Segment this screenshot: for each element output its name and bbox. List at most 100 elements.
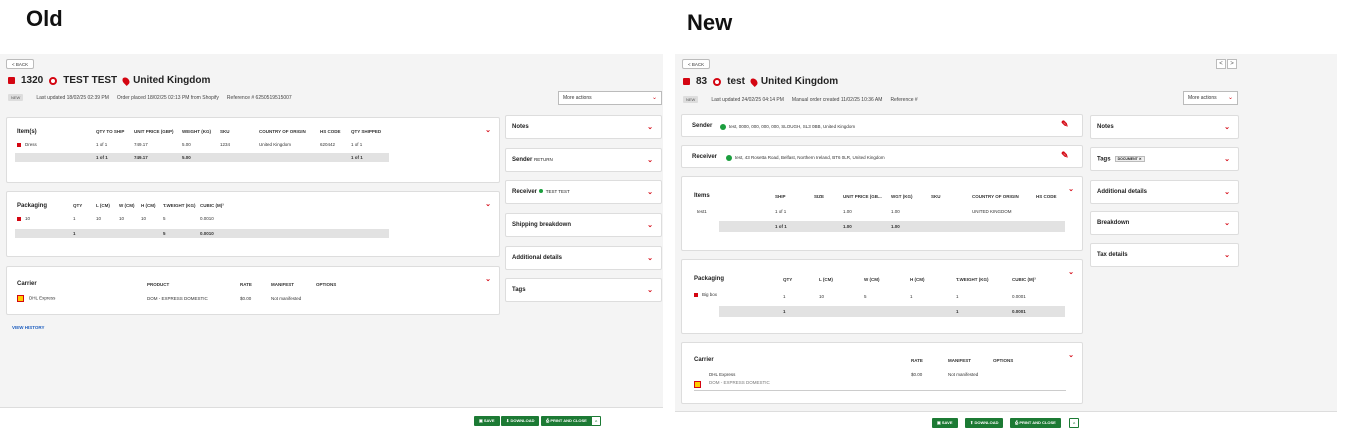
footer-more-button[interactable]: ^ bbox=[591, 416, 602, 426]
notes-card[interactable]: Notes ⌄ bbox=[1090, 115, 1239, 139]
tax-details-card[interactable]: Tax details ⌄ bbox=[1090, 243, 1239, 267]
download-button[interactable]: ⬇ DOWNLOAD bbox=[501, 416, 540, 426]
col-origin: COUNTRY OF ORIGIN bbox=[972, 194, 1019, 199]
save-button[interactable]: ▣ SAVE bbox=[932, 418, 958, 428]
item-sku: 1234 bbox=[220, 142, 231, 147]
carrier-title: Carrier bbox=[17, 281, 37, 287]
receiver-card[interactable]: Receiver test, 43 Rosetta Road, Belfast,… bbox=[681, 145, 1083, 168]
download-button[interactable]: ⬆ DOWNLOAD bbox=[965, 418, 1004, 428]
carrier-manifest: Not manifested bbox=[948, 372, 979, 377]
dhl-logo-icon bbox=[694, 376, 706, 394]
chevron-down-icon[interactable]: ⌄ bbox=[485, 275, 491, 283]
sender-card[interactable]: Sender test, 0000, 000, 000, 000, SLOUGH… bbox=[681, 114, 1083, 137]
col-cubic: CUBIC (M)³ bbox=[1012, 277, 1036, 282]
tags-label: Tags bbox=[512, 287, 526, 293]
additional-details-card[interactable]: Additional details ⌄ bbox=[1090, 180, 1239, 204]
notes-card[interactable]: Notes ⌄ bbox=[505, 115, 662, 139]
total-shipped: 1 of 1 bbox=[351, 155, 363, 160]
col-w: W (CM) bbox=[119, 203, 135, 208]
total-weight: 5.00 bbox=[182, 155, 191, 160]
item-name: Dress bbox=[17, 142, 37, 147]
carrier-rate: $0.00 bbox=[911, 372, 923, 377]
chevron-down-icon[interactable]: ⌄ bbox=[485, 126, 491, 134]
carrier-product: DOM - EXPRESS DOMESTIC bbox=[709, 380, 770, 385]
next-order-button[interactable]: > bbox=[1227, 59, 1237, 69]
status-badge: NEW bbox=[683, 96, 699, 103]
package-icon bbox=[683, 78, 690, 85]
item-price: 1.00 bbox=[843, 209, 852, 214]
chevron-down-icon: ⌄ bbox=[1224, 220, 1230, 227]
divider bbox=[694, 390, 1066, 391]
tag-chip[interactable]: DOCUMENT ✕ bbox=[1114, 156, 1145, 162]
col-sku: SKU bbox=[220, 129, 230, 134]
package-name: 10 bbox=[17, 216, 30, 221]
print-close-button[interactable]: ⎙ PRINT AND CLOSE bbox=[541, 416, 592, 426]
footer-more-button[interactable]: ^ bbox=[1069, 418, 1080, 428]
package-cubic: 0.0001 bbox=[1012, 294, 1026, 299]
item-ship: 1 of 1 bbox=[775, 209, 787, 214]
location-pin-icon bbox=[121, 75, 132, 86]
sender-label: Sender RETURN bbox=[512, 157, 553, 163]
additional-details-card[interactable]: Additional details ⌄ bbox=[505, 246, 662, 270]
col-tweight: T.WEIGHT (KG) bbox=[956, 277, 989, 282]
col-price: UNIT PRICE (GB... bbox=[843, 194, 882, 199]
total-tweight: 5 bbox=[163, 231, 166, 236]
edit-pencil-icon[interactable]: ✎ bbox=[1061, 150, 1069, 161]
item-price: 749.17 bbox=[134, 142, 148, 147]
breakdown-card[interactable]: Breakdown ⌄ bbox=[1090, 211, 1239, 235]
check-icon bbox=[726, 155, 732, 161]
order-created: Manual order created 11/02/25 10:36 AM bbox=[791, 96, 883, 103]
more-actions-label: More actions bbox=[1188, 95, 1217, 101]
carrier-product: DOM - EXPRESS DOMESTIC bbox=[147, 296, 208, 301]
chevron-down-icon[interactable]: ⌄ bbox=[1068, 351, 1074, 359]
order-id: 1320 bbox=[21, 75, 44, 86]
total-qty: 1 of 1 bbox=[96, 155, 108, 160]
item-name: test1 bbox=[697, 209, 707, 214]
check-icon bbox=[538, 189, 543, 194]
chevron-down-icon: ⌄ bbox=[647, 222, 653, 229]
back-button[interactable]: < BACK bbox=[682, 59, 711, 69]
additional-details-label: Additional details bbox=[512, 255, 563, 261]
col-l: L (CM) bbox=[96, 203, 110, 208]
print-close-button[interactable]: ⎙ PRINT AND CLOSE bbox=[1010, 418, 1061, 428]
user-icon bbox=[49, 76, 58, 85]
customer-name: TEST TEST bbox=[63, 75, 118, 86]
chevron-down-icon: ⌄ bbox=[1224, 156, 1230, 163]
prev-order-button[interactable]: < bbox=[1216, 59, 1226, 69]
more-actions-dropdown[interactable]: More actions ⌄ bbox=[1183, 91, 1238, 105]
tags-card[interactable]: Tags DOCUMENT ✕ ⌄ bbox=[1090, 147, 1239, 171]
packaging-card: Packaging ⌄ QTY L (CM) W (CM) H (CM) T.W… bbox=[6, 191, 500, 257]
carrier-manifest: Not manifested bbox=[271, 296, 302, 301]
receiver-label: Receiver TEST TEST bbox=[512, 189, 570, 195]
col-weight: WGT (KG) bbox=[891, 194, 913, 199]
shipping-breakdown-card[interactable]: Shipping breakdown ⌄ bbox=[505, 213, 662, 237]
items-title: Items bbox=[694, 193, 710, 199]
package-l: 10 bbox=[819, 294, 825, 299]
view-history-link[interactable]: VIEW HISTORY bbox=[12, 325, 45, 330]
sender-address: test, 0000, 000, 000, 000, SLOUGH, SL3 0… bbox=[720, 124, 855, 130]
col-options: OPTIONS bbox=[993, 358, 1014, 363]
chevron-down-icon[interactable]: ⌄ bbox=[1068, 268, 1074, 276]
chevron-down-icon[interactable]: ⌄ bbox=[1068, 185, 1074, 193]
tags-card[interactable]: Tags ⌄ bbox=[505, 278, 662, 302]
tag-icon bbox=[17, 142, 21, 147]
chevron-down-icon: ⌄ bbox=[647, 157, 653, 164]
notes-label: Notes bbox=[512, 124, 529, 130]
col-weight: WEIGHT (KG) bbox=[182, 129, 211, 134]
more-actions-dropdown[interactable]: More actions ⌄ bbox=[558, 91, 662, 105]
items-card: Items ⌄ SHIP SIZE UNIT PRICE (GB... WGT … bbox=[681, 176, 1083, 251]
chevron-down-icon[interactable]: ⌄ bbox=[485, 200, 491, 208]
back-button[interactable]: < BACK bbox=[6, 59, 35, 69]
packaging-title: Packaging bbox=[17, 203, 48, 209]
carrier-name: DHL Express bbox=[17, 295, 55, 302]
receiver-label: Receiver bbox=[692, 154, 718, 160]
item-origin: United Kingdom bbox=[259, 142, 292, 147]
package-name: Big box bbox=[694, 292, 717, 297]
save-button[interactable]: ▣ SAVE bbox=[474, 416, 500, 426]
edit-pencil-icon[interactable]: ✎ bbox=[1061, 119, 1069, 130]
chevron-down-icon: ⌄ bbox=[651, 95, 657, 101]
receiver-card[interactable]: Receiver TEST TEST ⌄ bbox=[505, 180, 662, 204]
order-id: 83 bbox=[696, 76, 708, 87]
sender-card[interactable]: Sender RETURN ⌄ bbox=[505, 148, 662, 172]
new-footer bbox=[675, 411, 1337, 434]
